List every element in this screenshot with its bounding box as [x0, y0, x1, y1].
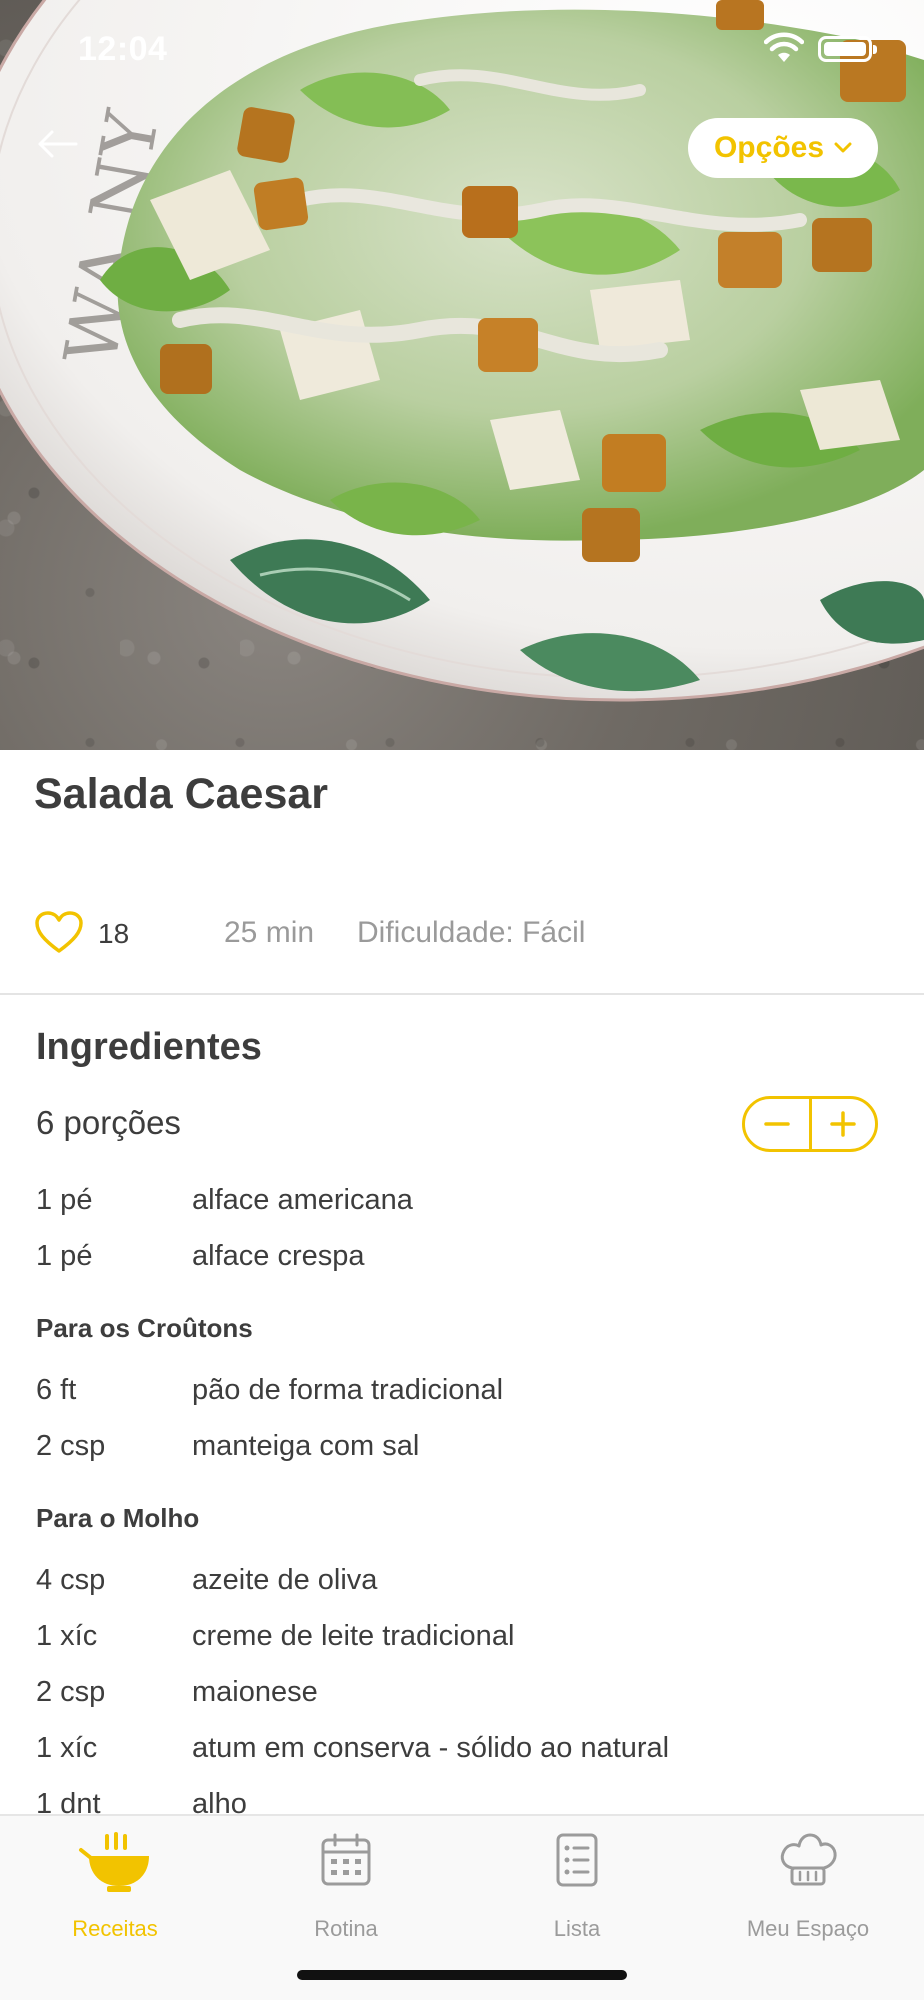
ingredient-quantity: 2 csp — [36, 1676, 106, 1708]
wifi-icon — [764, 32, 804, 62]
prep-time: 25 min — [224, 916, 315, 949]
ingredient-quantity: 1 xíc — [36, 1620, 98, 1652]
home-indicator — [297, 1970, 627, 1980]
ingredient-name: creme de leite tradicional — [192, 1620, 515, 1652]
recipe-meta-row: 18 25 min Dificuldade: Fácil — [34, 906, 894, 962]
ingredient-row: 1 pé alface americana — [36, 1184, 896, 1224]
ingredient-quantity: 1 xíc — [36, 1732, 98, 1764]
ingredient-name: manteiga com sal — [192, 1430, 420, 1462]
ingredient-row: 6 ft pão de forma tradicional — [36, 1374, 896, 1414]
tab-receitas[interactable]: Receitas — [15, 1832, 215, 1942]
battery-icon — [818, 36, 877, 62]
tab-meu-espaco[interactable]: Meu Espaço — [708, 1832, 908, 1942]
ingredient-name: alface americana — [192, 1184, 413, 1216]
chef-hat-icon — [780, 1833, 837, 1886]
status-bar: 12:04 — [0, 0, 924, 100]
likes-count: 18 — [98, 918, 130, 949]
tab-label: Meu Espaço — [746, 1916, 870, 1941]
options-label: Opções — [713, 131, 825, 164]
portions-stepper[interactable] — [742, 1096, 878, 1152]
ingredient-quantity: 1 pé — [36, 1184, 93, 1216]
croutons-group-title: Para os Croûtons — [36, 1313, 253, 1343]
minus-icon — [764, 1122, 790, 1126]
status-time: 12:04 — [78, 30, 168, 68]
ingredient-row: 4 csp azeite de oliva — [36, 1564, 896, 1604]
ingredient-name: azeite de oliva — [192, 1564, 378, 1596]
back-button[interactable] — [32, 120, 88, 168]
salad-plate-illustration: WA NY — [0, 0, 924, 702]
ingredient-quantity: 4 csp — [36, 1564, 106, 1596]
ingredient-row: 1 xíc creme de leite tradicional — [36, 1620, 896, 1660]
chevron-down-icon — [834, 142, 852, 153]
ingredient-quantity: 2 csp — [36, 1430, 106, 1462]
calendar-icon — [321, 1833, 371, 1886]
ingredient-row: 1 xíc atum em conserva - sólido ao natur… — [36, 1732, 896, 1772]
tab-label: Rotina — [314, 1916, 378, 1941]
divider — [0, 993, 924, 995]
tab-lista[interactable]: Lista — [477, 1832, 677, 1942]
ingredient-quantity: 1 pé — [36, 1240, 93, 1272]
ingredient-row: 2 csp manteiga com sal — [36, 1430, 896, 1470]
recipe-hero-image: WA NY — [0, 0, 924, 750]
decrease-portions-button[interactable] — [745, 1099, 809, 1149]
ingredient-name: maionese — [192, 1676, 318, 1708]
options-button[interactable]: Opções — [688, 118, 878, 178]
heart-icon[interactable] — [34, 910, 84, 954]
ingredient-name: pão de forma tradicional — [192, 1374, 504, 1406]
recipe-title: Salada Caesar — [34, 770, 329, 818]
bowl-icon — [79, 1832, 149, 1892]
ingredient-name: alface crespa — [192, 1240, 365, 1272]
sauce-group-title: Para o Molho — [36, 1503, 200, 1533]
plus-icon — [830, 1111, 856, 1137]
increase-portions-button[interactable] — [812, 1099, 876, 1149]
tab-label: Lista — [553, 1916, 601, 1941]
ingredient-row: 1 pé alface crespa — [36, 1240, 896, 1280]
ingredient-name: atum em conserva - sólido ao natural — [192, 1732, 670, 1764]
ingredient-row: 2 csp maionese — [36, 1676, 896, 1716]
ingredients-title: Ingredientes — [36, 1026, 262, 1068]
list-icon — [556, 1833, 598, 1887]
tab-label: Receitas — [72, 1916, 158, 1941]
arrow-left-icon — [38, 130, 78, 158]
tab-rotina[interactable]: Rotina — [246, 1832, 446, 1942]
ingredient-quantity: 6 ft — [36, 1374, 77, 1406]
difficulty: Dificuldade: Fácil — [357, 916, 586, 949]
portions-label: 6 porções — [36, 1104, 181, 1141]
